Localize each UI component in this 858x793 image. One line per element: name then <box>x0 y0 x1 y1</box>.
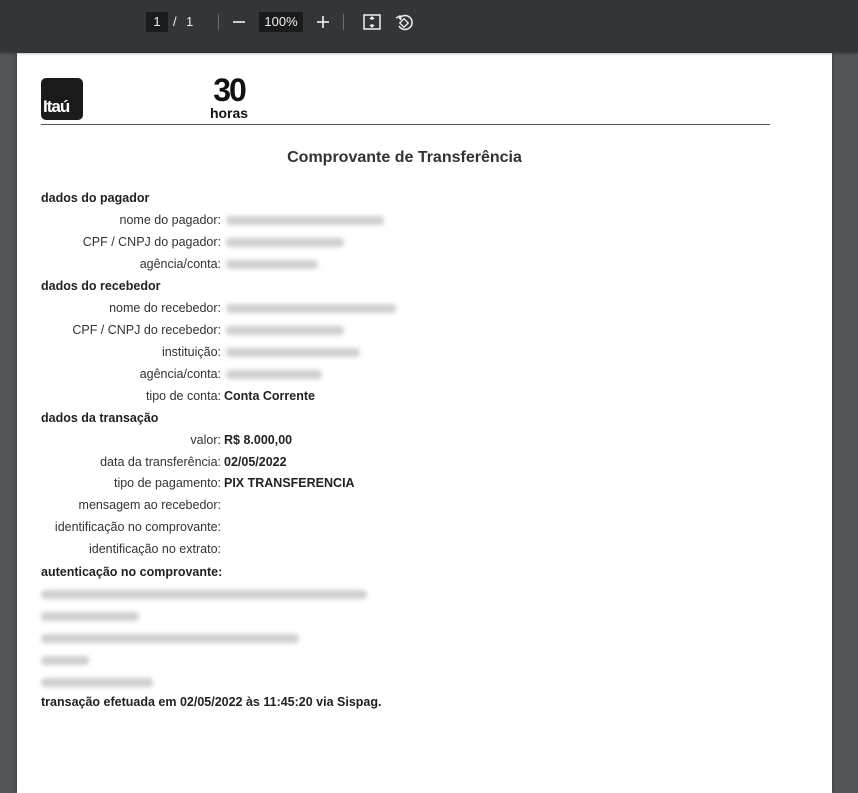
receiver-institution-label: instituição: <box>161 345 221 359</box>
document-title: Comprovante de Transferência <box>287 149 522 166</box>
redacted-auth-line <box>41 678 153 687</box>
message-label: mensagem ao recebedor: <box>78 498 221 512</box>
toolbar-divider <box>343 14 344 30</box>
account-type-value: Conta Corrente <box>224 389 315 403</box>
redacted-receiver-account <box>226 370 322 379</box>
itau-logo: Itaú <box>41 78 83 120</box>
toolbar-divider <box>218 14 219 30</box>
rotate-button[interactable] <box>393 11 415 33</box>
logo-word: horas <box>209 105 249 121</box>
header-divider <box>41 124 770 125</box>
redacted-payer-cpf <box>226 238 344 247</box>
itau-logo-text: Itaú <box>43 97 70 116</box>
pdf-toolbar: 1 / 1 100% <box>0 0 858 52</box>
redacted-receiver-institution <box>226 348 360 357</box>
redacted-auth-line <box>41 590 367 599</box>
page-separator: / <box>173 14 177 29</box>
redacted-payer-name <box>226 216 384 225</box>
logo-number: 30 <box>213 72 247 108</box>
total-pages: 1 <box>186 14 194 29</box>
transfer-date-label: data da transferência: <box>100 455 221 469</box>
pdf-page: Itaú 30 horas Comprovante de Transferênc… <box>17 53 832 793</box>
account-type-label: tipo de conta: <box>145 389 221 403</box>
plus-icon <box>317 16 329 28</box>
transaction-footer: transação efetuada em 02/05/2022 às 11:4… <box>41 695 382 709</box>
zoom-out-button[interactable] <box>228 11 250 33</box>
page-number-input[interactable]: 1 <box>146 12 168 32</box>
receipt-id-label: identificação no comprovante: <box>54 520 221 534</box>
receiver-section-heading: dados do recebedor <box>41 279 161 293</box>
payment-type-label: tipo de pagamento: <box>113 476 221 490</box>
payer-section-heading: dados do pagador <box>41 191 150 205</box>
payment-type: PIX TRANSFERENCIA <box>224 476 355 490</box>
statement-id-label: identificação no extrato: <box>88 542 221 556</box>
transfer-value: R$ 8.000,00 <box>224 433 293 447</box>
redacted-payer-account <box>226 260 318 269</box>
minus-icon <box>233 21 245 23</box>
value-label: valor: <box>190 433 221 447</box>
redacted-auth-line <box>41 634 299 643</box>
redacted-auth-line <box>41 612 139 621</box>
fit-to-page-button[interactable] <box>361 11 383 33</box>
redacted-receiver-cpf <box>226 326 344 335</box>
transfer-date: 02/05/2022 <box>224 455 287 469</box>
payer-cpf-label: CPF / CNPJ do pagador: <box>82 235 221 249</box>
rotate-icon <box>395 14 413 31</box>
redacted-auth-line <box>41 656 89 665</box>
zoom-in-button[interactable] <box>312 11 334 33</box>
receiver-cpf-label: CPF / CNPJ do recebedor: <box>72 323 221 337</box>
payer-name-label: nome do pagador: <box>119 213 221 227</box>
authentication-heading: autenticação no comprovante: <box>41 565 223 579</box>
transaction-section-heading: dados da transação <box>41 411 159 425</box>
receiver-account-label: agência/conta: <box>139 367 221 381</box>
30-horas-logo: 30 horas <box>205 72 253 121</box>
payer-account-label: agência/conta: <box>139 257 221 271</box>
zoom-level-input[interactable]: 100% <box>259 12 303 32</box>
fit-page-icon <box>363 14 381 30</box>
receiver-name-label: nome do recebedor: <box>109 301 221 315</box>
redacted-receiver-name <box>226 304 396 313</box>
